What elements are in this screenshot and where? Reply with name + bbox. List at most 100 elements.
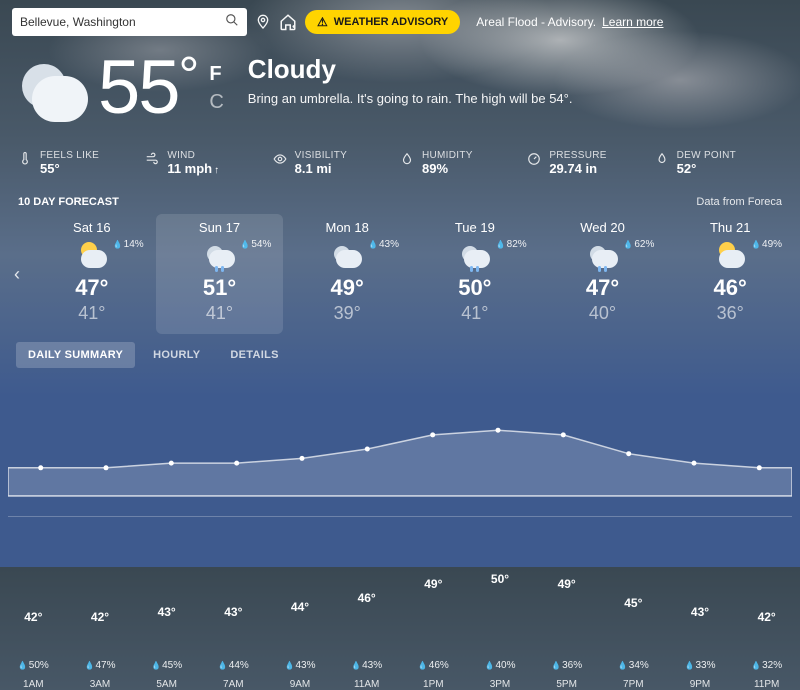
day-precip: 54% <box>240 239 271 250</box>
current-temp: 55° <box>98 50 197 126</box>
metric-dew-point: DEW POINT52° <box>655 150 782 176</box>
hour-precip: 47% <box>67 660 134 671</box>
advisory-text: Areal Flood - Advisory. <box>476 15 596 29</box>
metric-pressure: PRESSURE29.74 in <box>527 150 654 176</box>
day-precip: 49% <box>751 239 782 250</box>
hour-temp: 46° <box>333 591 400 605</box>
hour-precip: 44% <box>200 660 267 671</box>
hour-temp: 42° <box>0 610 67 624</box>
day-weather-icon: 43% <box>287 239 407 273</box>
search-box[interactable] <box>12 8 247 36</box>
forecast-title: 10 DAY FORECAST <box>18 196 119 208</box>
hour-precip: 50% <box>0 660 67 671</box>
metric-humidity: HUMIDITY89% <box>400 150 527 176</box>
forecast-day[interactable]: Tue 19 82% 50°41° <box>411 214 539 334</box>
day-precip: 82% <box>496 239 527 250</box>
hour-temp: 43° <box>200 605 267 619</box>
hour-precip: 45% <box>133 660 200 671</box>
metric-feels-like: FEELS LIKE55° <box>18 150 145 176</box>
day-high: 46° <box>670 275 790 301</box>
hour-precip: 43% <box>267 660 334 671</box>
learn-more-link[interactable]: Learn more <box>602 15 663 29</box>
hour-precip: 43% <box>333 660 400 671</box>
hour-temp: 44° <box>267 600 334 614</box>
hour-precip: 34% <box>600 660 667 671</box>
hour-precip: 40% <box>467 660 534 671</box>
day-high: 47° <box>32 275 152 301</box>
day-precip: 43% <box>368 239 399 250</box>
day-low: 41° <box>160 303 280 324</box>
day-name: Tue 19 <box>415 220 535 235</box>
location-pin-icon[interactable] <box>255 14 271 30</box>
day-high: 49° <box>287 275 407 301</box>
search-input[interactable] <box>20 15 225 29</box>
day-weather-icon: 82% <box>415 239 535 273</box>
hour-temp: 45° <box>600 596 667 610</box>
metric-visibility: VISIBILITY8.1 mi <box>273 150 400 176</box>
day-high: 47° <box>543 275 663 301</box>
day-high: 50° <box>415 275 535 301</box>
tab-daily-summary[interactable]: DAILY SUMMARY <box>16 342 135 368</box>
thermometer-icon <box>18 152 32 171</box>
hour-temp: 43° <box>667 605 734 619</box>
hourly-chart: 42°50%1AM42°47%3AM43°45%5AM43°44%7AM44°4… <box>0 372 800 532</box>
hour-time: 11AM <box>333 679 400 690</box>
forecast-day[interactable]: Wed 20 62% 47°40° <box>539 214 667 334</box>
unit-celsius[interactable]: C <box>209 88 223 116</box>
forecast-day[interactable]: Thu 21 49% 46°36° <box>666 214 794 334</box>
condition-text: Cloudy <box>248 54 782 85</box>
day-precip: 14% <box>113 239 144 250</box>
tab-details[interactable]: DETAILS <box>218 342 290 368</box>
day-name: Thu 21 <box>670 220 790 235</box>
day-weather-icon: 62% <box>543 239 663 273</box>
hour-temp: 50° <box>467 572 534 586</box>
hour-time: 5AM <box>133 679 200 690</box>
hour-temp: 42° <box>67 610 134 624</box>
day-high: 51° <box>160 275 280 301</box>
day-precip: 62% <box>623 239 654 250</box>
home-add-icon[interactable] <box>279 13 297 31</box>
wind-direction-icon: ↑ <box>214 165 219 176</box>
hour-precip: 33% <box>667 660 734 671</box>
day-weather-icon: 14% <box>32 239 152 273</box>
hour-temp: 49° <box>533 577 600 591</box>
day-name: Sun 17 <box>160 220 280 235</box>
eye-icon <box>273 152 287 171</box>
forecast-day[interactable]: Sat 1614%47°41° <box>28 214 156 334</box>
forecast-day[interactable]: Mon 1843%49°39° <box>283 214 411 334</box>
current-weather-icon <box>18 56 92 130</box>
hour-precip: 36% <box>533 660 600 671</box>
hour-time: 9PM <box>667 679 734 690</box>
hour-time: 7AM <box>200 679 267 690</box>
data-source: Data from Foreca <box>696 196 782 208</box>
day-weather-icon: 49% <box>670 239 790 273</box>
forecast-prev-button[interactable]: ‹ <box>6 264 28 285</box>
summary-text: Bring an umbrella. It's going to rain. T… <box>248 91 782 106</box>
day-weather-icon: 54% <box>160 239 280 273</box>
hour-temp: 49° <box>400 577 467 591</box>
advisory-label: WEATHER ADVISORY <box>334 16 449 28</box>
hour-precip: 46% <box>400 660 467 671</box>
humidity-icon <box>400 152 414 171</box>
dewpoint-icon <box>655 152 669 171</box>
hour-time: 1AM <box>0 679 67 690</box>
hour-precip: 32% <box>733 660 800 671</box>
hour-time: 11PM <box>733 679 800 690</box>
day-name: Wed 20 <box>543 220 663 235</box>
day-low: 36° <box>670 303 790 324</box>
hour-temp: 43° <box>133 605 200 619</box>
hour-time: 3AM <box>67 679 134 690</box>
day-low: 41° <box>415 303 535 324</box>
tab-hourly[interactable]: HOURLY <box>141 342 212 368</box>
day-low: 40° <box>543 303 663 324</box>
forecast-day[interactable]: Sun 17 54% 51°41° <box>156 214 284 334</box>
wind-icon <box>145 152 159 171</box>
hour-time: 3PM <box>467 679 534 690</box>
gauge-icon <box>527 152 541 171</box>
search-icon[interactable] <box>225 13 239 32</box>
day-name: Sat 16 <box>32 220 152 235</box>
hour-time: 7PM <box>600 679 667 690</box>
weather-advisory-badge[interactable]: ⚠ WEATHER ADVISORY <box>305 10 460 34</box>
unit-fahrenheit[interactable]: F <box>209 60 223 88</box>
metric-wind: WIND11 mph↑ <box>145 150 272 176</box>
